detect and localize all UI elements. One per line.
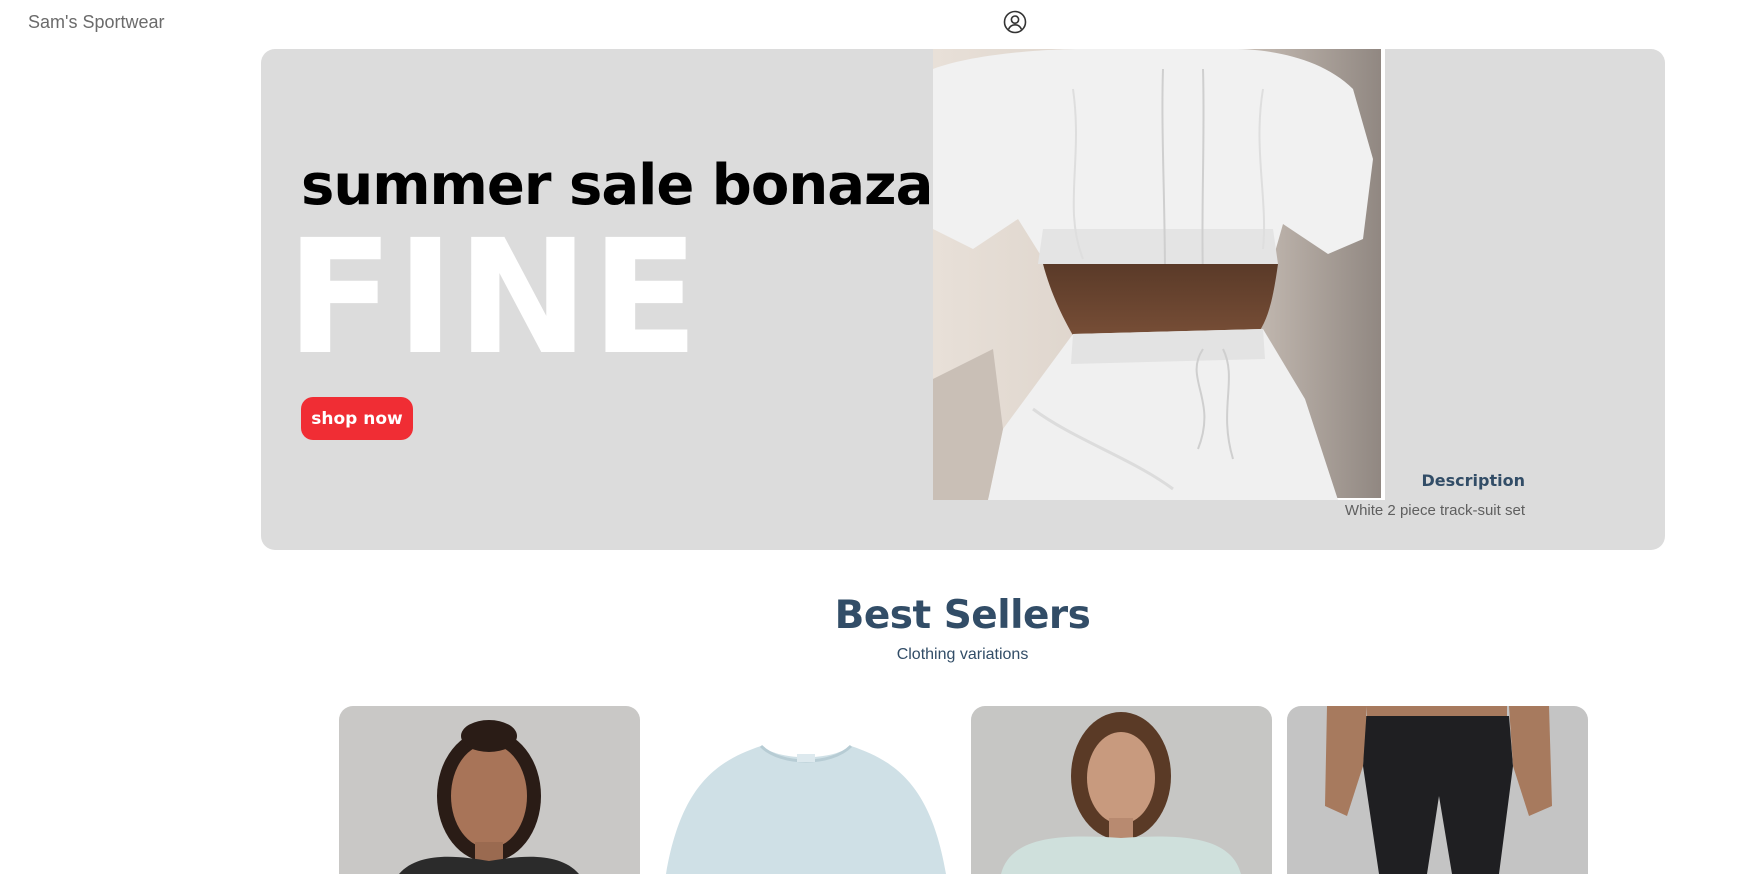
brand-logo-link[interactable]: Sam's Sportwear (28, 12, 165, 33)
product-image (1287, 706, 1588, 874)
product-list (0, 706, 1737, 874)
product-card[interactable] (971, 706, 1272, 874)
best-sellers-title: Best Sellers (834, 593, 1091, 638)
hero-product-image[interactable] (933, 49, 1385, 500)
navbar: Sam's Sportwear (0, 0, 1737, 44)
product-image (971, 706, 1272, 874)
user-account-button[interactable] (1003, 10, 1027, 34)
product-image (339, 706, 640, 874)
shop-now-button[interactable]: shop now (301, 397, 413, 440)
product-card[interactable] (1287, 706, 1588, 874)
hero-description: Description White 2 piece track-suit set (1345, 471, 1525, 519)
user-circle-icon (1003, 10, 1027, 34)
hero-banner: summer sale bonaza FINE shop now Descrip… (261, 49, 1665, 550)
product-image (656, 706, 957, 874)
product-card[interactable] (339, 706, 640, 874)
description-text: White 2 piece track-suit set (1344, 502, 1525, 519)
product-card[interactable] (656, 706, 957, 874)
best-sellers-subtitle: Clothing variations (896, 646, 1029, 663)
hero-large-text: FINE (286, 206, 701, 390)
description-title: Description (1421, 471, 1525, 490)
